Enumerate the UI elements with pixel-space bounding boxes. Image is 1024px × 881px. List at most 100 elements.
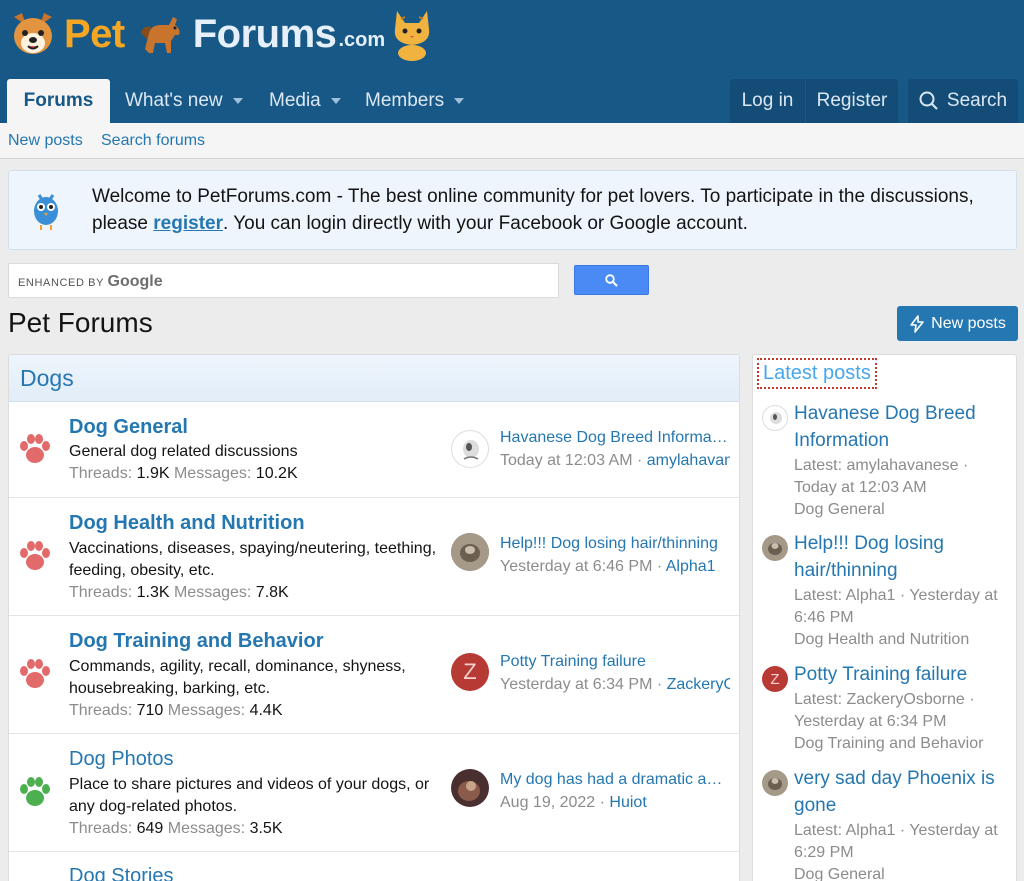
chevron-down-icon[interactable] [454,98,465,104]
cat-icon [394,11,430,61]
latest-thread-user[interactable]: Alpha1 [666,558,716,575]
avatar[interactable] [762,405,788,431]
bird-mascot-icon [34,194,58,230]
latest-thread-time: Aug 19, 2022 [500,794,596,811]
latest-post-forum[interactable]: Dog General [794,864,1009,881]
lightning-bolt-icon [910,314,924,333]
messages-count: 3.5K [249,820,283,837]
register-button[interactable]: Register [806,79,898,123]
chevron-down-icon[interactable] [232,98,243,104]
forum-title[interactable]: Dog Health and Nutrition [69,512,305,535]
latest-post-title[interactable]: Havanese Dog Breed Information [794,400,1009,454]
forum-stats: Threads: 710 Messages: 4.4K [69,702,283,720]
latest-thread-link[interactable]: Havanese Dog Breed Information [500,429,730,447]
register-link[interactable]: register [153,213,223,234]
avatar-letter: Z [770,670,780,688]
chevron-down-icon[interactable] [330,98,341,104]
forum-node: Dog General General dog related discussi… [9,403,739,498]
messages-label: Messages: [173,584,252,601]
forum-title[interactable]: Dog General [69,416,188,439]
forum-description: General dog related discussions [69,443,298,460]
login-button[interactable]: Log in [730,79,805,123]
messages-count: 4.4K [249,702,283,719]
search-icon [605,273,618,287]
forum-title[interactable]: Dog Photos [69,748,174,771]
avatar-letter: Z [463,659,477,684]
latest-thread-user[interactable]: amylahavanese [647,452,730,469]
enhanced-by-text: ENHANCED BY [18,277,104,289]
avatar[interactable] [451,430,489,468]
latest-post-meta: Latest: ZackeryOsborne · Yesterday at 6:… [794,691,975,730]
threads-count: 649 [136,820,164,837]
main-nav: Forums What's new Media Members Log in R… [0,79,1024,123]
latest-post-title[interactable]: Potty Training failure [794,661,1009,688]
welcome-text-after: . You can login directly with your Faceb… [222,213,748,234]
tab-forums-label: Forums [23,90,94,111]
login-label: Log in [741,90,794,111]
latest-thread-user[interactable]: ZackeryOsborne [667,676,730,693]
forum-title[interactable]: Dog Stories [69,865,174,881]
avatar[interactable]: Z [451,653,489,691]
tab-media-label: Media [269,90,321,111]
latest-post-forum[interactable]: Dog Training and Behavior [794,733,1009,755]
forum-description: Place to share pictures and videos of yo… [69,776,430,815]
user-avatar-image [770,412,782,424]
new-posts-link[interactable]: New posts [8,132,83,150]
tab-media[interactable]: Media [269,79,341,123]
google-search-input[interactable]: ENHANCED BY Google [8,263,559,298]
latest-post-title[interactable]: Help!!! Dog losing hair/thinning [794,530,1009,584]
welcome-text: Welcome to PetForums.com - The best onli… [92,183,1007,237]
category-header[interactable]: Dogs [9,355,739,402]
site-logo[interactable]: Pet Forums .com [8,4,437,64]
threads-label: Threads: [69,465,133,482]
threads-count: 1.9K [136,465,170,482]
messages-count: 7.8K [255,584,289,601]
tab-forums[interactable]: Forums [7,79,110,123]
latest-thread-link[interactable]: Help!!! Dog losing hair/thinning [500,535,730,553]
latest-thread-link[interactable]: Potty Training failure [500,653,730,671]
messages-label: Messages: [167,702,246,719]
threads-label: Threads: [69,702,133,719]
category-title: Dogs [20,364,74,391]
latest-thread-time: Today at 12:03 AM [500,452,633,469]
paw-icon [20,434,50,463]
threads-count: 1.3K [136,584,170,601]
avatar[interactable]: Z [762,666,788,692]
latest-thread-meta: Today at 12:03 AM · amylahavanese [500,452,730,470]
tab-members[interactable]: Members [365,79,465,123]
brand-com: .com [338,28,386,51]
avatar[interactable] [762,535,788,561]
sub-nav: New posts Search forums [0,123,1024,159]
latest-thread-user[interactable]: Huiot [609,794,646,811]
latest-thread-link[interactable]: My dog has had a dramatic appearance cha… [500,771,730,789]
latest-post-title[interactable]: very sad day Phoenix is gone [794,765,1009,819]
latest-post-meta: Latest: Alpha1 · Yesterday at 6:46 PM [794,587,998,626]
search-forums-link[interactable]: Search forums [101,132,205,150]
avatar[interactable] [762,770,788,796]
messages-count: 10.2K [255,465,298,482]
latest-thread-time: Yesterday at 6:34 PM [500,676,653,693]
user-avatar-image [451,769,489,807]
forum-node: Dog Training and Behavior Commands, agil… [9,616,739,734]
search-label: Search [946,90,1008,111]
tab-whats-new[interactable]: What's new [125,79,243,123]
google-search-button[interactable] [574,265,649,295]
brand-pet: Pet [64,11,125,56]
threads-label: Threads: [69,584,133,601]
paw-icon [20,541,50,570]
latest-post-forum[interactable]: Dog General [794,499,1009,521]
avatar[interactable] [451,769,489,807]
latest-post-forum[interactable]: Dog Health and Nutrition [794,629,1009,651]
forum-node: Dog Photos Place to share pictures and v… [9,734,739,852]
tab-whats-new-label: What's new [125,90,223,111]
forum-description: Vaccinations, diseases, spaying/neuterin… [69,540,437,579]
welcome-notice: Welcome to PetForums.com - The best onli… [8,170,1017,250]
forum-node: Dog Stories [9,852,739,881]
messages-label: Messages: [173,465,252,482]
search-button[interactable]: Search [908,79,1018,123]
forum-description: Commands, agility, recall, dominance, sh… [69,658,406,697]
new-posts-button[interactable]: New posts [897,306,1018,341]
avatar[interactable] [451,533,489,571]
latest-posts-title[interactable]: Latest posts [757,358,877,389]
forum-title[interactable]: Dog Training and Behavior [69,630,323,653]
